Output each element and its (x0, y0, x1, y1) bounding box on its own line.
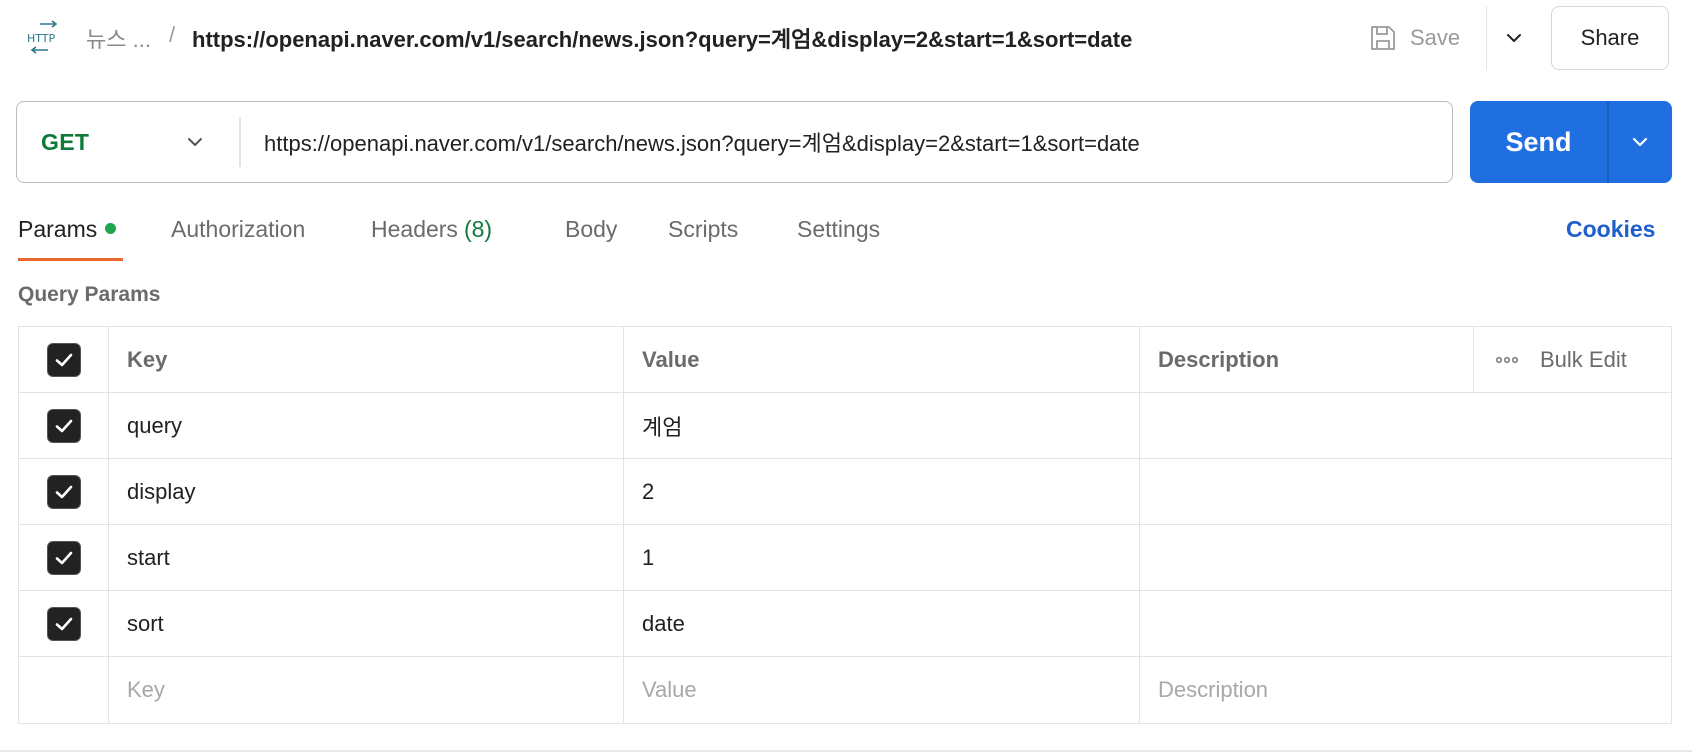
param-value[interactable]: date (624, 591, 1140, 656)
param-key[interactable]: display (109, 459, 624, 524)
column-header-description: Description (1140, 327, 1474, 392)
row-check-cell-empty (19, 657, 109, 723)
save-icon (1371, 26, 1395, 50)
table-row-new: Key Value Description (19, 657, 1671, 723)
tab-params[interactable]: Params (18, 216, 117, 243)
param-description[interactable] (1140, 591, 1673, 656)
row-checkbox[interactable] (46, 474, 81, 509)
params-active-dot (105, 223, 117, 235)
tab-body[interactable]: Body (565, 216, 617, 243)
svg-text:HTTP: HTTP (27, 32, 56, 45)
active-tab-indicator (18, 258, 123, 261)
chevron-down-icon (1632, 137, 1648, 147)
request-header: HTTP 뉴스 ... / https://openapi.naver.com/… (0, 0, 1692, 78)
param-description[interactable] (1140, 393, 1673, 458)
table-header-row: Key Value Description Bulk Edit (19, 327, 1671, 393)
request-title[interactable]: https://openapi.naver.com/v1/search/news… (192, 22, 1132, 54)
headers-count-badge: (8) (463, 216, 493, 242)
bulk-edit-label: Bulk Edit (1540, 346, 1627, 372)
row-checkbox[interactable] (46, 606, 81, 641)
save-options-button[interactable] (1497, 18, 1531, 58)
row-check-cell (19, 591, 109, 656)
table-row: query 계엄 (19, 393, 1671, 459)
column-header-key: Key (109, 327, 624, 392)
tab-authorization[interactable]: Authorization (171, 216, 305, 243)
save-button[interactable]: Save (1368, 18, 1460, 58)
param-description[interactable] (1140, 459, 1673, 524)
param-description[interactable] (1140, 525, 1673, 590)
http-icon: HTTP (27, 20, 58, 54)
url-input[interactable]: https://openapi.naver.com/v1/search/news… (264, 102, 1140, 182)
tab-headers-label: Headers (371, 216, 458, 242)
bulk-edit-button[interactable]: Bulk Edit (1474, 327, 1673, 392)
param-value[interactable]: 계엄 (624, 393, 1140, 458)
row-check-cell (19, 393, 109, 458)
send-button[interactable]: Send (1470, 101, 1607, 183)
row-checkbox[interactable] (46, 408, 81, 443)
method-select[interactable]: GET (17, 102, 239, 182)
send-options-button[interactable] (1608, 101, 1672, 183)
url-bar: GET https://openapi.naver.com/v1/search/… (16, 101, 1453, 183)
share-button[interactable]: Share (1551, 6, 1669, 70)
check-icon (55, 353, 72, 366)
check-icon (55, 617, 72, 630)
new-description-input[interactable]: Description (1140, 657, 1673, 723)
breadcrumb-collection[interactable]: 뉴스 ... (86, 22, 151, 54)
param-key[interactable]: query (109, 393, 624, 458)
table-row: display 2 (19, 459, 1671, 525)
tab-scripts[interactable]: Scripts (668, 216, 738, 243)
select-all-checkbox[interactable] (46, 342, 81, 377)
row-checkbox[interactable] (46, 540, 81, 575)
tab-params-label: Params (18, 216, 98, 242)
save-divider (1486, 6, 1487, 70)
tab-settings[interactable]: Settings (797, 216, 880, 243)
check-icon (55, 551, 72, 564)
method-divider (239, 117, 241, 167)
query-params-title: Query Params (18, 283, 161, 306)
more-horizontal-icon (1496, 356, 1518, 363)
param-key[interactable]: sort (109, 591, 624, 656)
new-key-input[interactable]: Key (109, 657, 624, 723)
cookies-link[interactable]: Cookies (1566, 216, 1655, 243)
method-label: GET (41, 128, 90, 155)
table-row: sort date (19, 591, 1671, 657)
select-all-cell (19, 327, 109, 392)
query-params-table: Key Value Description Bulk Edit query 계엄 (18, 326, 1672, 724)
row-check-cell (19, 525, 109, 590)
save-label: Save (1410, 25, 1461, 50)
check-icon (55, 485, 72, 498)
table-row: start 1 (19, 525, 1671, 591)
column-header-value: Value (624, 327, 1140, 392)
tab-headers[interactable]: Headers (8) (371, 216, 492, 243)
chevron-down-icon (188, 138, 202, 146)
param-value[interactable]: 2 (624, 459, 1140, 524)
param-value[interactable]: 1 (624, 525, 1140, 590)
new-value-input[interactable]: Value (624, 657, 1140, 723)
param-key[interactable]: start (109, 525, 624, 590)
breadcrumb-separator: / (169, 22, 176, 47)
chevron-down-icon (1507, 34, 1521, 42)
send-button-group: Send (1470, 101, 1672, 183)
check-icon (55, 419, 72, 432)
row-check-cell (19, 459, 109, 524)
